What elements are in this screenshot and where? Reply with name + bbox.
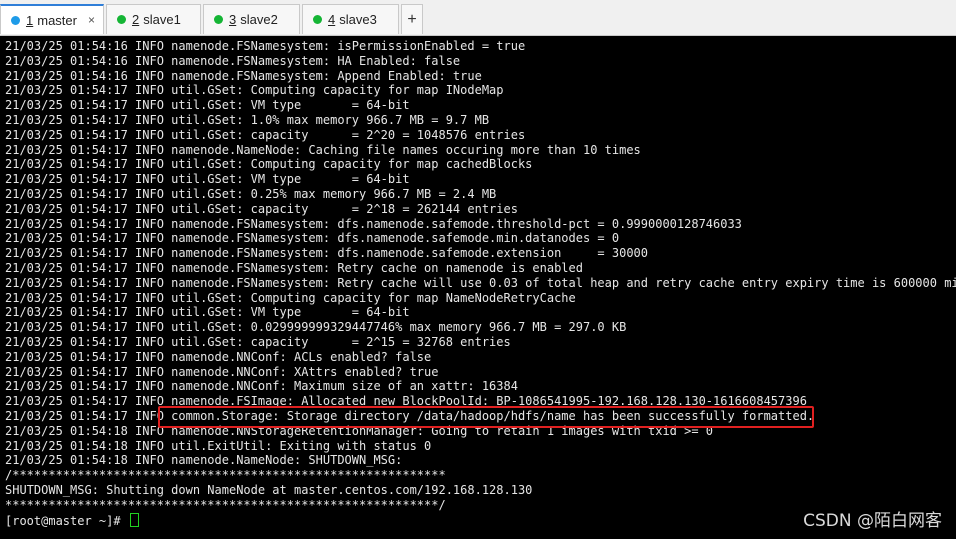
terminal-line: 21/03/25 01:54:16 INFO namenode.FSNamesy… — [5, 53, 461, 68]
connected-status-icon — [313, 15, 322, 24]
terminal-app-window: 1 master × 2 slave1 3 slave2 4 slave3 + … — [0, 0, 956, 539]
connected-status-icon — [214, 15, 223, 24]
terminal-line: 21/03/25 01:54:17 INFO namenode.FSNamesy… — [5, 275, 956, 290]
terminal-line: 21/03/25 01:54:17 INFO util.GSet: 0.25% … — [5, 186, 497, 201]
tab-master[interactable]: 1 master × — [0, 4, 104, 34]
terminal-line: 21/03/25 01:54:17 INFO util.GSet: VM typ… — [5, 172, 410, 187]
terminal-line: 21/03/25 01:54:17 INFO namenode.FSNamesy… — [5, 231, 620, 246]
terminal-line: 21/03/25 01:54:17 INFO util.GSet: 0.0299… — [5, 320, 627, 335]
terminal-line: SHUTDOWN_MSG: Shutting down NameNode at … — [5, 482, 533, 497]
close-icon[interactable]: × — [88, 13, 95, 27]
tab-number: 2 — [132, 12, 140, 27]
terminal-output[interactable]: 21/03/25 01:54:16 INFO namenode.FSNamesy… — [0, 36, 956, 539]
terminal-line: 21/03/25 01:54:17 INFO namenode.FSNamesy… — [5, 246, 648, 261]
terminal-line: 21/03/25 01:54:17 INFO util.GSet: capaci… — [5, 334, 511, 349]
terminal-line: 21/03/25 01:54:17 INFO namenode.NNConf: … — [5, 379, 518, 394]
tab-label: slave1 — [143, 12, 181, 27]
tab-slave1[interactable]: 2 slave1 — [106, 4, 201, 34]
terminal-lines: 21/03/25 01:54:16 INFO namenode.FSNamesy… — [5, 39, 956, 528]
tab-number: 3 — [229, 12, 237, 27]
highlight-box — [158, 406, 814, 428]
terminal-line: 21/03/25 01:54:17 INFO util.GSet: capaci… — [5, 127, 526, 142]
tab-label: slave3 — [339, 12, 377, 27]
shell-prompt: [root@master ~]# — [5, 513, 128, 528]
tab-number: 1 — [26, 12, 34, 28]
plus-icon: + — [407, 10, 417, 28]
terminal-line: 21/03/25 01:54:17 INFO util.GSet: capaci… — [5, 201, 518, 216]
tab-label: master — [37, 12, 77, 28]
tab-number: 4 — [328, 12, 336, 27]
terminal-line: 21/03/25 01:54:17 INFO util.GSet: Comput… — [5, 157, 533, 172]
session-tab-bar: 1 master × 2 slave1 3 slave2 4 slave3 + — [0, 0, 956, 36]
terminal-line: 21/03/25 01:54:16 INFO namenode.FSNamesy… — [5, 39, 526, 53]
terminal-line: 21/03/25 01:54:17 INFO namenode.NNConf: … — [5, 349, 432, 364]
new-tab-button[interactable]: + — [401, 4, 423, 34]
terminal-line: 21/03/25 01:54:18 INFO namenode.NameNode… — [5, 453, 403, 468]
terminal-line: 21/03/25 01:54:17 INFO namenode.NameNode… — [5, 142, 641, 157]
connected-status-icon — [117, 15, 126, 24]
tab-slave2[interactable]: 3 slave2 — [203, 4, 300, 34]
terminal-line: 21/03/25 01:54:17 INFO util.GSet: Comput… — [5, 290, 576, 305]
terminal-line: 21/03/25 01:54:18 INFO util.ExitUtil: Ex… — [5, 438, 432, 453]
terminal-line: 21/03/25 01:54:16 INFO namenode.FSNamesy… — [5, 68, 482, 83]
tab-slave3[interactable]: 4 slave3 — [302, 4, 399, 34]
terminal-line: 21/03/25 01:54:17 INFO namenode.NNConf: … — [5, 364, 439, 379]
terminal-line: 21/03/25 01:54:17 INFO util.GSet: Comput… — [5, 83, 504, 98]
watermark: CSDN @陌白网客 — [803, 511, 942, 531]
terminal-line: /***************************************… — [5, 468, 446, 483]
cursor-icon — [129, 512, 139, 527]
tab-label: slave2 — [240, 12, 278, 27]
terminal-line: 21/03/25 01:54:17 INFO namenode.FSNamesy… — [5, 260, 583, 275]
terminal-line: 21/03/25 01:54:17 INFO util.GSet: VM typ… — [5, 98, 410, 113]
terminal-line: 21/03/25 01:54:17 INFO util.GSet: 1.0% m… — [5, 112, 490, 127]
connected-status-icon — [11, 15, 20, 25]
terminal-line: 21/03/25 01:54:17 INFO namenode.FSNamesy… — [5, 216, 742, 231]
terminal-line: 21/03/25 01:54:17 INFO util.GSet: VM typ… — [5, 305, 410, 320]
